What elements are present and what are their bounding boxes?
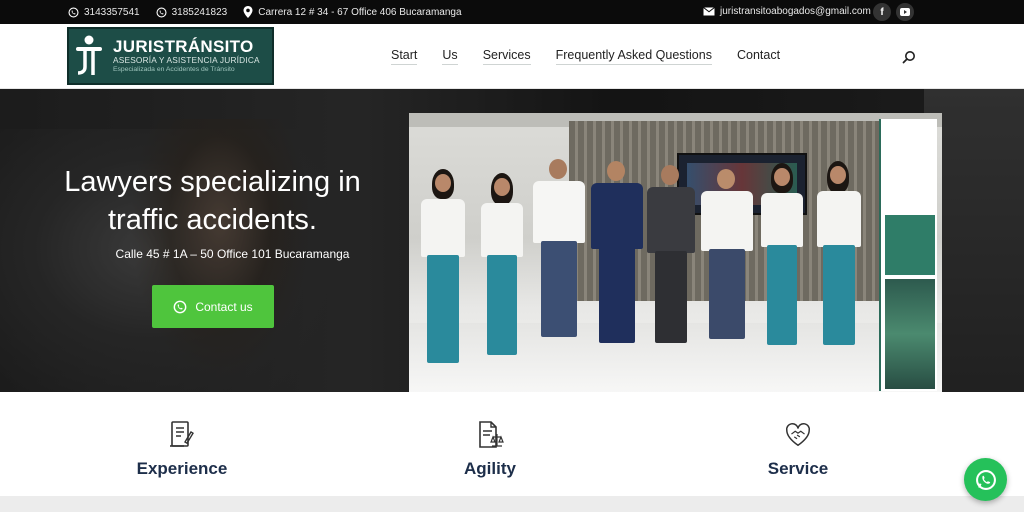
facebook-icon[interactable]: f bbox=[873, 3, 891, 21]
whatsapp-icon bbox=[156, 6, 167, 18]
nav-services[interactable]: Services bbox=[482, 48, 531, 65]
feature-agility: Agility bbox=[410, 420, 570, 479]
search-icon[interactable] bbox=[902, 50, 916, 64]
logo-tagline: Especializada en Accidentes de Tránsito bbox=[113, 66, 235, 73]
phone-1-text: 3143357541 bbox=[84, 6, 140, 18]
email[interactable]: juristransitoabogados@gmail.com bbox=[703, 6, 871, 17]
phone-1[interactable]: 3143357541 bbox=[68, 7, 140, 18]
address: Carrera 12 # 34 - 67 Office 406 Bucarama… bbox=[243, 6, 462, 18]
contact-us-label: Contact us bbox=[195, 299, 253, 314]
team-photo bbox=[409, 113, 942, 392]
hero-section: Lawyers specializing in traffic accident… bbox=[0, 89, 1024, 392]
feature-service-label: Service bbox=[767, 459, 829, 478]
phone-2[interactable]: 3185241823 bbox=[156, 6, 228, 18]
document-pen-icon bbox=[170, 421, 194, 447]
youtube-icon[interactable] bbox=[896, 3, 914, 21]
office-banner bbox=[879, 119, 937, 391]
logo-mark-icon bbox=[69, 30, 109, 82]
nav-faq[interactable]: Frequently Asked Questions bbox=[555, 48, 712, 65]
feature-experience: Experience bbox=[102, 420, 262, 479]
whatsapp-icon bbox=[68, 6, 79, 18]
phone-2-text: 3185241823 bbox=[171, 6, 228, 18]
logo-title: JURISTRÁNSITO bbox=[113, 37, 254, 56]
hero-title: Lawyers specializing in traffic accident… bbox=[20, 163, 405, 239]
top-contact-bar: 3143357541 3185241823 Carrera 12 # 34 - … bbox=[0, 0, 1024, 24]
whatsapp-float-button[interactable] bbox=[964, 458, 1007, 501]
feature-service: Service bbox=[718, 420, 878, 479]
site-logo[interactable]: JURISTRÁNSITO ASESORÍA Y ASISTENCIA JURÍ… bbox=[67, 27, 274, 85]
whatsapp-icon bbox=[975, 469, 996, 490]
features-section: Experience Agility Service bbox=[0, 392, 1024, 496]
handshake-heart-icon bbox=[786, 422, 810, 447]
address-text: Carrera 12 # 34 - 67 Office 406 Bucarama… bbox=[258, 6, 462, 18]
feature-experience-label: Experience bbox=[136, 459, 228, 478]
email-text: juristransitoabogados@gmail.com bbox=[720, 6, 871, 17]
whatsapp-icon bbox=[173, 300, 187, 313]
nav-start[interactable]: Start bbox=[391, 48, 418, 65]
document-scale-icon bbox=[479, 421, 504, 448]
hero-title-line-1: Lawyers specializing in bbox=[64, 166, 361, 198]
hero-address: Calle 45 # 1A – 50 Office 101 Bucaramang… bbox=[115, 247, 350, 261]
envelope-icon bbox=[703, 7, 715, 16]
nav-contact[interactable]: Contact bbox=[737, 48, 780, 64]
main-nav: Start Us Services Frequently Asked Quest… bbox=[391, 24, 780, 88]
site-header: JURISTRÁNSITO ASESORÍA Y ASISTENCIA JURÍ… bbox=[0, 24, 1024, 89]
logo-subtitle: ASESORÍA Y ASISTENCIA JURÍDICA bbox=[113, 55, 260, 65]
nav-us[interactable]: Us bbox=[442, 48, 458, 65]
hero-title-line-2: traffic accidents. bbox=[107, 204, 317, 236]
feature-agility-label: Agility bbox=[464, 459, 516, 478]
map-pin-icon bbox=[243, 6, 253, 18]
contact-us-button[interactable]: Contact us bbox=[152, 285, 274, 328]
next-section-strip bbox=[0, 496, 1024, 512]
